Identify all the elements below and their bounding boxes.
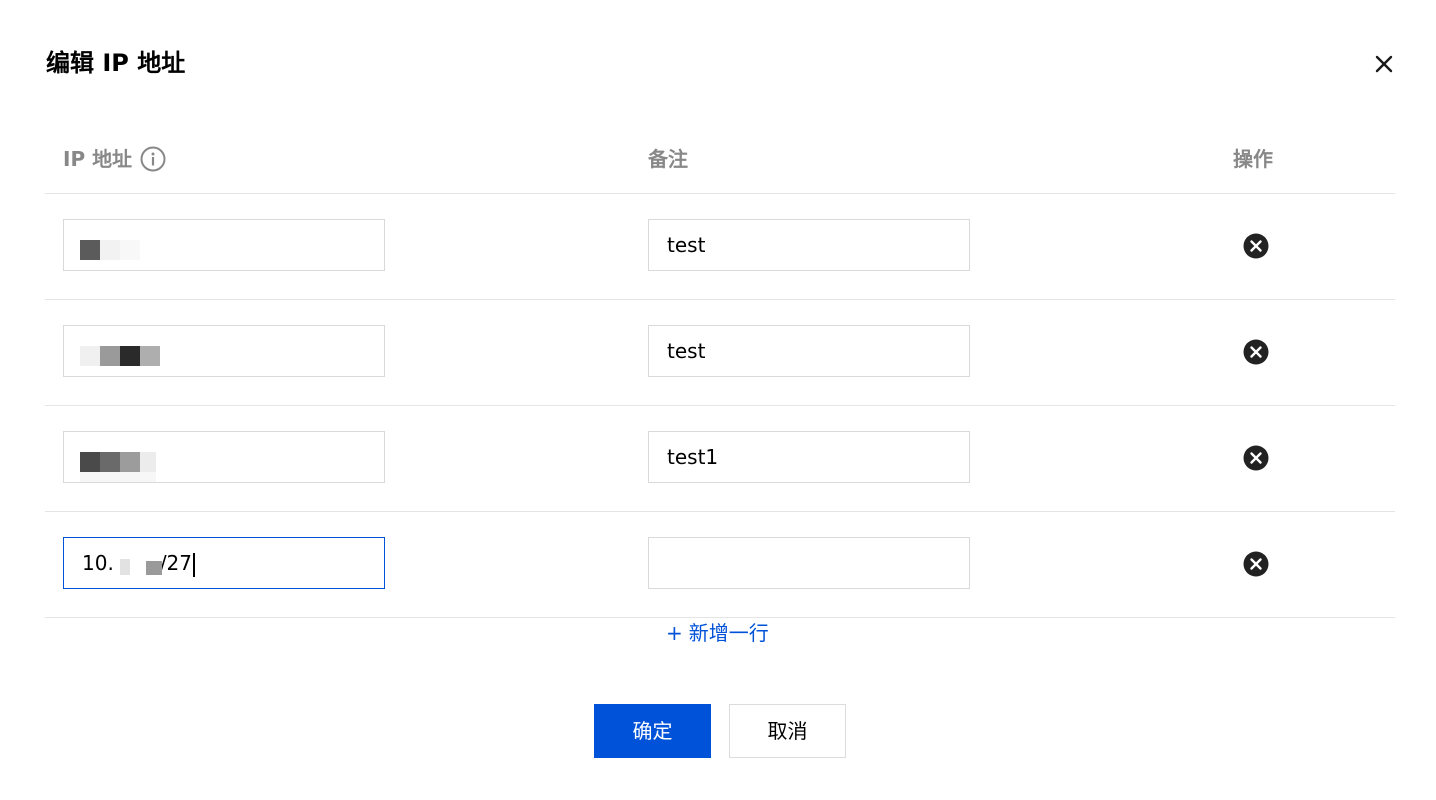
table-row: test1 bbox=[45, 406, 1395, 512]
note-input-value: test1 bbox=[667, 445, 719, 469]
plus-icon: + bbox=[666, 621, 683, 645]
confirm-button[interactable]: 确定 bbox=[594, 704, 711, 758]
note-input[interactable]: test1 bbox=[648, 431, 970, 483]
ip-input[interactable]: 10. /27 bbox=[63, 537, 385, 589]
cancel-button[interactable]: 取消 bbox=[729, 704, 846, 758]
note-input[interactable] bbox=[648, 537, 970, 589]
text-caret bbox=[193, 552, 195, 577]
note-input[interactable]: test bbox=[648, 219, 970, 271]
column-header-action: 操作 bbox=[1233, 147, 1273, 171]
ip-input[interactable] bbox=[63, 219, 385, 271]
redacted-ip-mosaic bbox=[80, 452, 180, 482]
note-input-value: test bbox=[667, 339, 706, 363]
redacted-ip-mosaic bbox=[80, 240, 180, 266]
remove-row-icon[interactable] bbox=[1243, 445, 1269, 471]
ip-input[interactable] bbox=[63, 431, 385, 483]
column-header-ip: IP 地址 bbox=[63, 144, 166, 174]
table-row: test bbox=[45, 194, 1395, 300]
table-header: IP 地址 备注 操作 bbox=[45, 124, 1395, 194]
column-header-note: 备注 bbox=[648, 147, 688, 171]
close-icon[interactable] bbox=[1370, 50, 1398, 78]
note-input-value: test bbox=[667, 233, 706, 257]
redacted-ip-mosaic bbox=[114, 555, 162, 575]
add-row-button[interactable]: + 新增一行 bbox=[666, 618, 769, 648]
table-row: test bbox=[45, 300, 1395, 406]
column-header-ip-label: IP 地址 bbox=[63, 147, 133, 171]
ip-input-value-suffix: /27 bbox=[159, 551, 192, 575]
ip-table: IP 地址 备注 操作 test test test1 10. /27 bbox=[45, 124, 1395, 618]
ip-input[interactable] bbox=[63, 325, 385, 377]
redacted-ip-mosaic bbox=[80, 346, 180, 372]
remove-row-icon[interactable] bbox=[1243, 233, 1269, 259]
remove-row-icon[interactable] bbox=[1243, 339, 1269, 365]
note-input[interactable]: test bbox=[648, 325, 970, 377]
ip-input-value-prefix: 10. bbox=[82, 551, 114, 575]
remove-row-icon[interactable] bbox=[1243, 551, 1269, 577]
dialog-title: 编辑 IP 地址 bbox=[46, 49, 186, 77]
info-circle-icon[interactable] bbox=[140, 146, 166, 172]
edit-ip-dialog: 编辑 IP 地址 IP 地址 备注 操作 test test test1 10.… bbox=[0, 0, 1436, 800]
add-row-label: 新增一行 bbox=[688, 621, 769, 645]
table-row: 10. /27 bbox=[45, 512, 1395, 618]
